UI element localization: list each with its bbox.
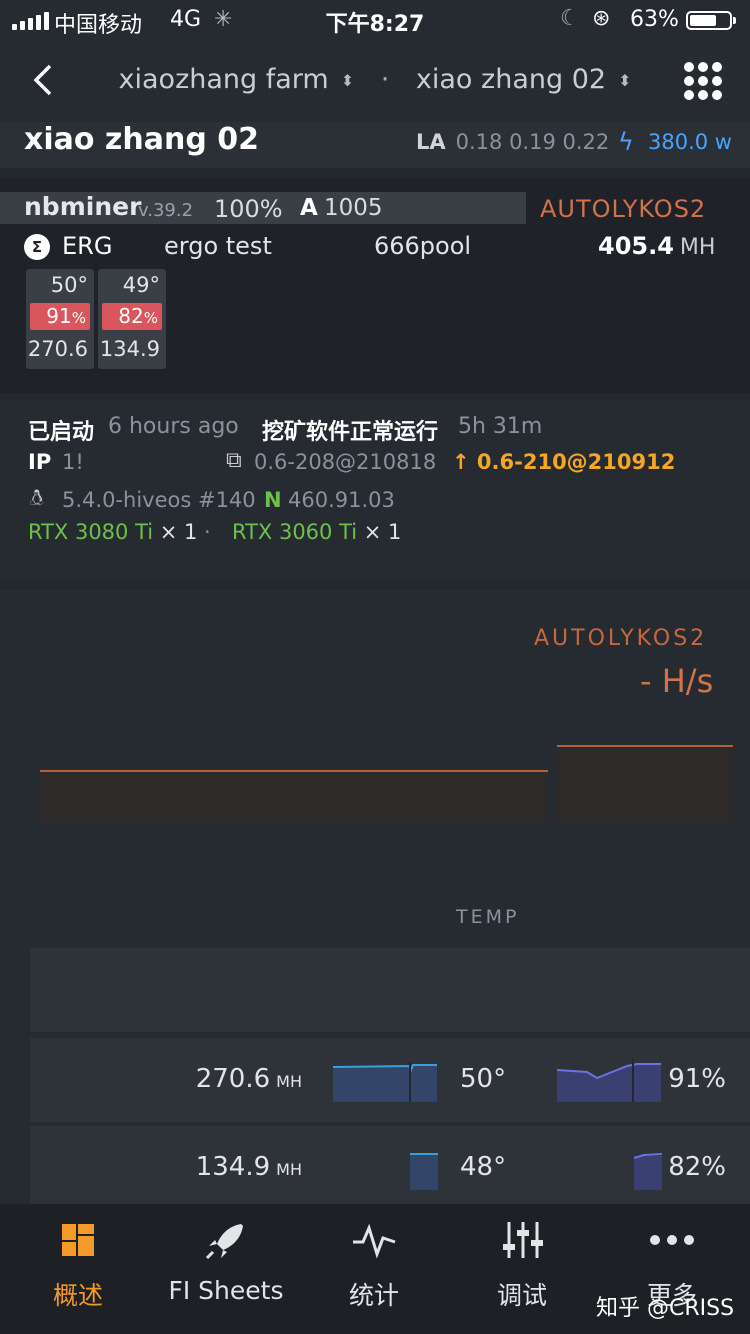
temp-row-0[interactable]: 270.6 MH 50° 91% xyxy=(30,1038,750,1122)
watermark: 知乎 @CRISS xyxy=(596,1296,735,1321)
miner-algo: AUTOLYKOS2 xyxy=(540,195,707,223)
power-icon: ϟ xyxy=(618,128,634,156)
more-icon xyxy=(650,1235,694,1245)
sliders-icon xyxy=(503,1222,543,1258)
accepted-shares: 1005 xyxy=(324,195,383,221)
total-hashrate: 405.4 MH xyxy=(598,232,716,260)
gpu-card-0[interactable]: 50° 91% 270.6 xyxy=(26,269,94,369)
gpu-hash: 134.9 xyxy=(99,337,160,361)
rotation-lock-icon: ⊛ xyxy=(592,6,611,31)
rig-header: xiao zhang 02 LA 0.18 0.19 0.22 ϟ 380.0 w xyxy=(0,122,750,168)
running-value: 5h 31m xyxy=(458,414,543,439)
gpu-model-0: RTX 3080 Ti × 1 xyxy=(28,520,198,544)
apps-grid-icon[interactable] xyxy=(684,62,722,100)
battery-percent: 63% xyxy=(630,7,679,32)
updown-icon: ⬍ xyxy=(340,71,355,90)
hashrate-sparkline xyxy=(333,1062,437,1102)
ip-value: 1! xyxy=(62,450,84,474)
temp-row-1[interactable]: 134.9 MH 48° 82% xyxy=(30,1126,750,1210)
moon-icon: ☾ xyxy=(560,6,580,31)
nav-title: xiaozhang farm ⬍ · xiao zhang 02 ⬍ xyxy=(118,64,632,95)
temp-header-row xyxy=(30,948,750,1032)
power-value: 380.0 w xyxy=(648,130,732,154)
battery-icon xyxy=(686,11,736,30)
gpu-fan: 91% xyxy=(30,303,90,330)
stats-area: AUTOLYKOS2 - H/s TEMP 270.6 MH 50° 91% 13… xyxy=(0,590,750,1210)
load-average: LA 0.18 0.19 0.22 xyxy=(416,130,610,154)
hive-logo-icon: ⧉ xyxy=(226,448,242,473)
nav-bar: xiaozhang farm ⬍ · xiao zhang 02 ⬍ xyxy=(0,40,750,122)
started-label: 已启动 xyxy=(28,420,95,445)
gpu-hash: 270.6 xyxy=(27,337,88,361)
dashboard-icon xyxy=(62,1224,94,1256)
gpu-fan: 82% xyxy=(102,303,162,330)
nvidia-label: N xyxy=(264,488,282,512)
temp-section-label: TEMP xyxy=(456,906,520,928)
rocket-icon xyxy=(205,1224,243,1260)
rig-info: 已启动 6 hours ago 挖矿软件正常运行 5h 31m IP 1! ⧉ … xyxy=(0,400,750,580)
fan-sparkline xyxy=(634,1153,662,1190)
updown-icon: ⬍ xyxy=(618,71,632,90)
started-value: 6 hours ago xyxy=(108,414,239,439)
gpu-temp: 49° xyxy=(122,273,160,297)
rig-selector[interactable]: xiao zhang 02 ⬍ xyxy=(416,64,632,95)
tab-overview[interactable]: 概述 xyxy=(3,1204,153,1334)
pool-name: 666pool xyxy=(374,232,472,260)
miner-name: nbminer xyxy=(24,192,142,221)
tab-stats[interactable]: 统计 xyxy=(299,1204,449,1334)
ip-label: IP xyxy=(28,450,52,474)
chart-algo: AUTOLYKOS2 xyxy=(534,626,708,651)
hive-version: 0.6-208@210818 xyxy=(254,450,437,474)
gpu-model-1: RTX 3060 Ti × 1 xyxy=(232,520,402,544)
nvidia-version: 460.91.03 xyxy=(288,488,395,512)
fan-sparkline xyxy=(557,1058,661,1102)
farm-selector[interactable]: xiaozhang farm ⬍ xyxy=(119,64,355,95)
status-bar: 中国移动 4G ✳ 下午8:27 ☾ ⊛ 63% xyxy=(0,0,750,40)
ergo-coin-icon: Σ xyxy=(24,234,50,260)
kernel-version: 5.4.0-hiveos #140 xyxy=(62,488,256,512)
coin-name: ERG xyxy=(62,232,113,260)
hashrate-chart-segment xyxy=(557,745,733,822)
update-link[interactable]: ↑ 0.6-210@210912 xyxy=(452,450,675,474)
tab-fi-sheets[interactable]: FI Sheets xyxy=(151,1204,301,1334)
linux-icon: 🐧︎ xyxy=(30,486,44,511)
wallet-name: ergo test xyxy=(164,232,272,260)
hashrate-sparkline xyxy=(410,1153,438,1190)
arrow-up-icon: ↑ xyxy=(452,450,477,474)
hashrate-chart-segment xyxy=(40,770,548,822)
separator-dot: · xyxy=(204,520,211,544)
miner-load: 100% xyxy=(214,195,283,223)
accepted-label: A xyxy=(300,195,318,221)
chart-hashrate: - H/s xyxy=(640,662,714,700)
running-label: 挖矿软件正常运行 xyxy=(262,420,439,445)
miner-version: v.39.2 xyxy=(138,200,194,221)
gpu-card-1[interactable]: 49° 82% 134.9 xyxy=(98,269,166,369)
miner-card[interactable]: nbminer v.39.2 100% A 1005 AUTOLYKOS2 Σ … xyxy=(0,178,750,393)
tab-debug[interactable]: 调试 xyxy=(447,1204,597,1334)
pulse-icon xyxy=(353,1223,396,1259)
gpu-temp: 50° xyxy=(50,273,88,297)
rig-name: xiao zhang 02 xyxy=(24,122,260,157)
